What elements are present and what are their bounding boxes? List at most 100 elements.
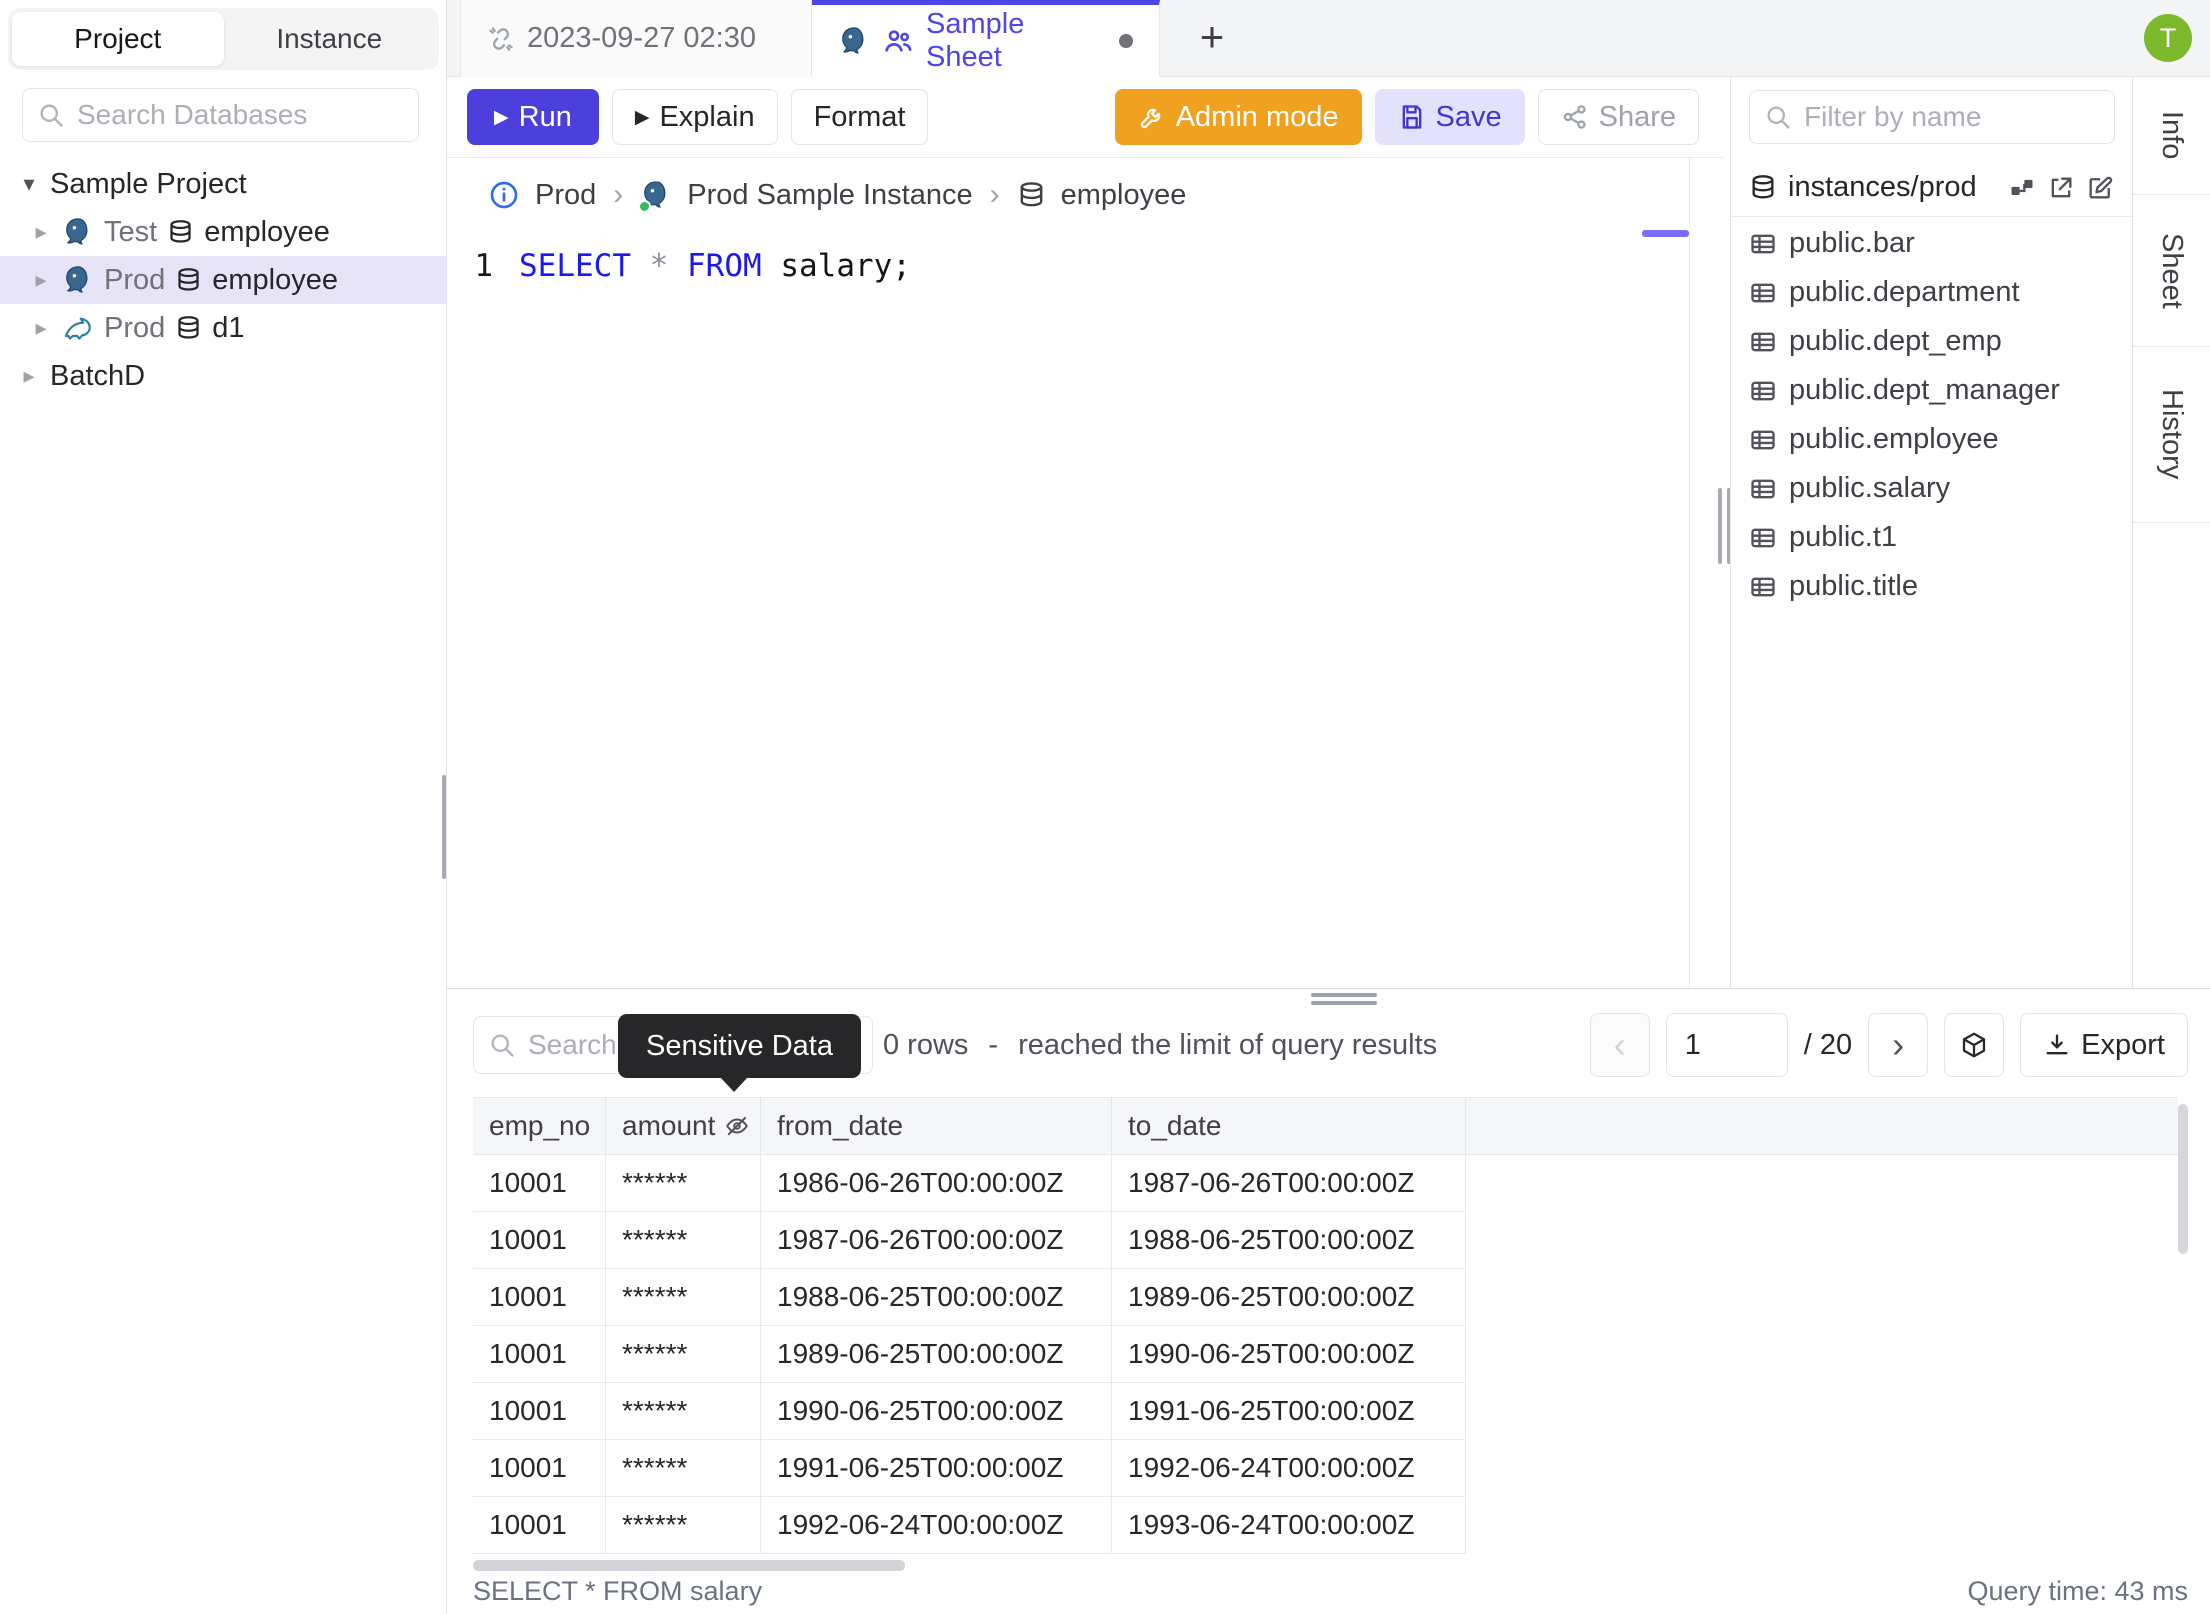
- explain-button[interactable]: ▶ Explain: [611, 89, 778, 145]
- caret-right-icon: ▸: [35, 219, 47, 244]
- column-header[interactable]: emp_no: [473, 1098, 606, 1154]
- table-list-item[interactable]: public.dept_emp: [1731, 317, 2132, 366]
- column-header[interactable]: from_date: [761, 1098, 1112, 1154]
- database-icon: [1017, 181, 1046, 210]
- table-list-item[interactable]: public.t1: [1731, 513, 2132, 562]
- table-row[interactable]: 10001 ****** 1990-06-25T00:00:00Z 1991-0…: [473, 1383, 2178, 1440]
- admin-mode-label: Admin mode: [1175, 100, 1339, 133]
- table-name: public.dept_emp: [1789, 325, 2002, 357]
- database-label: d1: [212, 311, 245, 344]
- results-status-bar: SELECT * FROM salary Query time: 43 ms: [473, 1569, 2188, 1613]
- cell: 1987-06-26T00:00:00Z: [761, 1212, 1112, 1269]
- play-icon: ▶: [494, 106, 509, 128]
- tree-node-batchd[interactable]: ▸ BatchD: [0, 352, 447, 400]
- tab-info[interactable]: Info: [2133, 77, 2210, 195]
- caret-down-icon: ▾: [23, 171, 35, 196]
- cell: 10001: [473, 1497, 606, 1554]
- page-number-input[interactable]: [1665, 1013, 1788, 1077]
- executed-query: SELECT * FROM salary: [473, 1575, 763, 1606]
- tree-node-prod-employee[interactable]: ▸ Prod employee: [0, 256, 447, 304]
- tab-label: 2023-09-27 02:30: [527, 22, 756, 54]
- tooltip-label: Sensitive Data: [646, 1029, 833, 1062]
- cell-masked: ******: [606, 1383, 761, 1440]
- table-name: public.department: [1789, 276, 2020, 308]
- tab-sample-sheet[interactable]: Sample Sheet: [812, 0, 1160, 77]
- tree-node-prod-d1[interactable]: ▸ Prod d1: [0, 304, 447, 352]
- cell: 1989-06-25T00:00:00Z: [1112, 1269, 1466, 1326]
- tree-node-test-employee[interactable]: ▸ Test employee: [0, 208, 447, 256]
- chevron-right-icon: ›: [613, 178, 624, 211]
- table-row[interactable]: 10001 ****** 1991-06-25T00:00:00Z 1992-0…: [473, 1440, 2178, 1497]
- search-icon: [488, 1031, 516, 1059]
- next-page-button[interactable]: ›: [1868, 1013, 1929, 1077]
- vertical-scrollbar[interactable]: [2178, 1104, 2188, 1254]
- tab-sheet[interactable]: Sheet: [2133, 195, 2210, 347]
- breadcrumb: Prod › Prod Sample Instance › employee: [447, 158, 1723, 213]
- tab-info-label: Info: [2156, 111, 2188, 160]
- breadcrumb-instance[interactable]: Prod Sample Instance: [687, 179, 972, 212]
- database-label: employee: [212, 263, 339, 296]
- cell: 10001: [473, 1269, 606, 1326]
- sql-editor-app: Project Instance ▾ Sample Project ▸ Test: [0, 0, 2210, 1614]
- run-button[interactable]: ▶ Run: [467, 89, 599, 145]
- table-name: public.dept_manager: [1789, 374, 2060, 406]
- prev-page-button[interactable]: ‹: [1589, 1013, 1650, 1077]
- cell: 10001: [473, 1383, 606, 1440]
- table-row[interactable]: 10001 ****** 1986-06-26T00:00:00Z 1987-0…: [473, 1155, 2178, 1212]
- table-list-item[interactable]: public.salary: [1731, 464, 2132, 513]
- database-tree: ▾ Sample Project ▸ Test employee ▸ Prod …: [0, 160, 447, 400]
- schema-diagram-icon[interactable]: [2008, 174, 2036, 202]
- save-button[interactable]: Save: [1374, 89, 1525, 145]
- column-header-masked[interactable]: amount: [606, 1098, 761, 1154]
- cell-masked: ******: [606, 1155, 761, 1212]
- table-list-item[interactable]: public.employee: [1731, 415, 2132, 464]
- external-link-icon[interactable]: [2047, 174, 2075, 202]
- search-icon: [1764, 103, 1792, 131]
- table-row[interactable]: 10001 ****** 1987-06-26T00:00:00Z 1988-0…: [473, 1212, 2178, 1269]
- table-icon: [1749, 230, 1777, 258]
- sql-keyword: FROM: [687, 248, 762, 284]
- breadcrumb-environment[interactable]: Prod: [535, 179, 596, 212]
- postgres-icon: [62, 216, 94, 248]
- new-tab-button[interactable]: +: [1185, 10, 1239, 64]
- results-resize-handle[interactable]: [1311, 993, 1377, 1005]
- avatar[interactable]: T: [2144, 14, 2192, 62]
- cell: 1991-06-25T00:00:00Z: [761, 1440, 1112, 1497]
- table-row[interactable]: 10001 ****** 1992-06-24T00:00:00Z 1993-0…: [473, 1497, 2178, 1554]
- tab-instance[interactable]: Instance: [224, 12, 436, 66]
- table-list-item[interactable]: public.bar: [1731, 219, 2132, 268]
- table-list-item[interactable]: public.title: [1731, 562, 2132, 611]
- edit-icon[interactable]: [2086, 174, 2114, 202]
- tab-unsaved-sheet[interactable]: 2023-09-27 02:30: [460, 0, 812, 77]
- search-databases-input[interactable]: [77, 99, 404, 131]
- postgres-icon: [638, 179, 672, 213]
- format-button[interactable]: Format: [790, 89, 929, 145]
- environment-label: Prod: [104, 311, 166, 344]
- table-row[interactable]: 10001 ****** 1989-06-25T00:00:00Z 1990-0…: [473, 1326, 2178, 1383]
- database-icon: [175, 315, 202, 342]
- breadcrumb-database[interactable]: employee: [1061, 179, 1187, 212]
- cell: 1990-06-25T00:00:00Z: [761, 1383, 1112, 1440]
- project-label: BatchD: [50, 359, 146, 392]
- filter-by-name-input[interactable]: [1804, 101, 2100, 133]
- cell: 10001: [473, 1440, 606, 1497]
- code-editor[interactable]: 1 SELECT * FROM salary;: [447, 248, 1723, 284]
- cube-view-button[interactable]: [1944, 1013, 2005, 1077]
- column-header[interactable]: to_date: [1112, 1098, 1466, 1154]
- table-icon: [1749, 377, 1777, 405]
- export-button[interactable]: Export: [2020, 1013, 2188, 1077]
- share-button[interactable]: Share: [1537, 89, 1699, 145]
- eye-off-icon[interactable]: [724, 1113, 750, 1139]
- database-search: [22, 88, 419, 142]
- tab-sheet-label: Sheet: [2156, 232, 2188, 309]
- caret-right-icon: ▸: [35, 315, 47, 340]
- info-icon[interactable]: [488, 179, 520, 211]
- query-results-panel: 0 rows - reached the limit of query resu…: [447, 988, 2210, 1614]
- admin-mode-button[interactable]: Admin mode: [1114, 89, 1362, 145]
- tab-project[interactable]: Project: [12, 12, 224, 66]
- table-list-item[interactable]: public.dept_manager: [1731, 366, 2132, 415]
- table-row[interactable]: 10001 ****** 1988-06-25T00:00:00Z 1989-0…: [473, 1269, 2178, 1326]
- tab-history[interactable]: History: [2133, 347, 2210, 523]
- table-list-item[interactable]: public.department: [1731, 268, 2132, 317]
- tree-node-sample-project[interactable]: ▾ Sample Project: [0, 160, 447, 208]
